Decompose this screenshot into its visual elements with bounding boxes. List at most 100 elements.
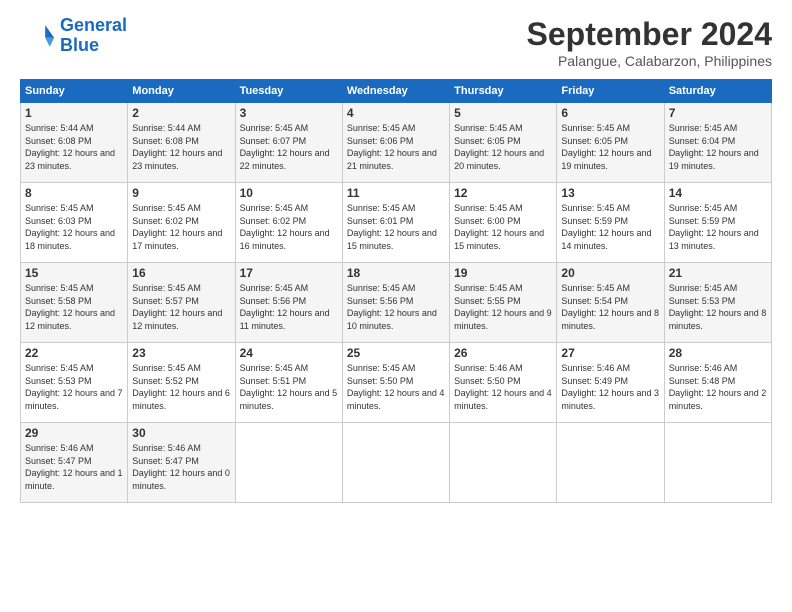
table-row: 9 Sunrise: 5:45 AM Sunset: 6:02 PM Dayli… xyxy=(128,183,235,263)
cell-content: Sunrise: 5:45 AM Sunset: 5:57 PM Dayligh… xyxy=(132,282,230,332)
sunset-label: Sunset: 5:55 PM xyxy=(454,296,521,306)
table-row: 17 Sunrise: 5:45 AM Sunset: 5:56 PM Dayl… xyxy=(235,263,342,343)
table-row: 15 Sunrise: 5:45 AM Sunset: 5:58 PM Dayl… xyxy=(21,263,128,343)
sunset-label: Sunset: 6:05 PM xyxy=(561,136,628,146)
sunrise-label: Sunrise: 5:45 AM xyxy=(454,203,523,213)
daylight-label: Daylight: 12 hours and 9 minutes. xyxy=(454,308,552,331)
sunset-label: Sunset: 6:04 PM xyxy=(669,136,736,146)
cell-content: Sunrise: 5:45 AM Sunset: 5:58 PM Dayligh… xyxy=(25,282,123,332)
sunset-label: Sunset: 5:49 PM xyxy=(561,376,628,386)
day-number: 24 xyxy=(240,346,338,360)
sunrise-label: Sunrise: 5:46 AM xyxy=(454,363,523,373)
cell-content: Sunrise: 5:45 AM Sunset: 5:56 PM Dayligh… xyxy=(240,282,338,332)
day-number: 2 xyxy=(132,106,230,120)
sunset-label: Sunset: 5:59 PM xyxy=(669,216,736,226)
cell-content: Sunrise: 5:45 AM Sunset: 6:02 PM Dayligh… xyxy=(240,202,338,252)
sunrise-label: Sunrise: 5:44 AM xyxy=(132,123,201,133)
daylight-label: Daylight: 12 hours and 6 minutes. xyxy=(132,388,230,411)
cell-content: Sunrise: 5:45 AM Sunset: 5:59 PM Dayligh… xyxy=(669,202,767,252)
table-row: 6 Sunrise: 5:45 AM Sunset: 6:05 PM Dayli… xyxy=(557,103,664,183)
table-row: 2 Sunrise: 5:44 AM Sunset: 6:08 PM Dayli… xyxy=(128,103,235,183)
header-wednesday: Wednesday xyxy=(342,80,449,103)
day-number: 19 xyxy=(454,266,552,280)
daylight-label: Daylight: 12 hours and 13 minutes. xyxy=(669,228,759,251)
daylight-label: Daylight: 12 hours and 8 minutes. xyxy=(561,308,659,331)
daylight-label: Daylight: 12 hours and 19 minutes. xyxy=(561,148,651,171)
sunrise-label: Sunrise: 5:45 AM xyxy=(25,283,94,293)
cell-content: Sunrise: 5:45 AM Sunset: 6:00 PM Dayligh… xyxy=(454,202,552,252)
table-row: 22 Sunrise: 5:45 AM Sunset: 5:53 PM Dayl… xyxy=(21,343,128,423)
day-number: 30 xyxy=(132,426,230,440)
sunset-label: Sunset: 5:47 PM xyxy=(25,456,92,466)
sunset-label: Sunset: 6:05 PM xyxy=(454,136,521,146)
table-row: 23 Sunrise: 5:45 AM Sunset: 5:52 PM Dayl… xyxy=(128,343,235,423)
table-row: 13 Sunrise: 5:45 AM Sunset: 5:59 PM Dayl… xyxy=(557,183,664,263)
day-number: 16 xyxy=(132,266,230,280)
day-number: 4 xyxy=(347,106,445,120)
daylight-label: Daylight: 12 hours and 23 minutes. xyxy=(25,148,115,171)
daylight-label: Daylight: 12 hours and 16 minutes. xyxy=(240,228,330,251)
table-row: 16 Sunrise: 5:45 AM Sunset: 5:57 PM Dayl… xyxy=(128,263,235,343)
table-row: 5 Sunrise: 5:45 AM Sunset: 6:05 PM Dayli… xyxy=(450,103,557,183)
sunrise-label: Sunrise: 5:45 AM xyxy=(347,123,416,133)
cell-content: Sunrise: 5:45 AM Sunset: 6:02 PM Dayligh… xyxy=(132,202,230,252)
sunset-label: Sunset: 5:52 PM xyxy=(132,376,199,386)
sunset-label: Sunset: 5:53 PM xyxy=(25,376,92,386)
cell-content: Sunrise: 5:46 AM Sunset: 5:47 PM Dayligh… xyxy=(132,442,230,492)
cell-content: Sunrise: 5:45 AM Sunset: 6:05 PM Dayligh… xyxy=(454,122,552,172)
sunrise-label: Sunrise: 5:45 AM xyxy=(347,203,416,213)
daylight-label: Daylight: 12 hours and 1 minute. xyxy=(25,468,123,491)
daylight-label: Daylight: 12 hours and 12 minutes. xyxy=(25,308,115,331)
sunrise-label: Sunrise: 5:45 AM xyxy=(454,283,523,293)
daylight-label: Daylight: 12 hours and 22 minutes. xyxy=(240,148,330,171)
sunset-label: Sunset: 6:06 PM xyxy=(347,136,414,146)
sunset-label: Sunset: 5:56 PM xyxy=(347,296,414,306)
sunset-label: Sunset: 5:58 PM xyxy=(25,296,92,306)
daylight-label: Daylight: 12 hours and 8 minutes. xyxy=(669,308,767,331)
header-tuesday: Tuesday xyxy=(235,80,342,103)
daylight-label: Daylight: 12 hours and 11 minutes. xyxy=(240,308,330,331)
sunset-label: Sunset: 6:02 PM xyxy=(132,216,199,226)
sunset-label: Sunset: 5:48 PM xyxy=(669,376,736,386)
table-row: 3 Sunrise: 5:45 AM Sunset: 6:07 PM Dayli… xyxy=(235,103,342,183)
daylight-label: Daylight: 12 hours and 4 minutes. xyxy=(347,388,445,411)
day-number: 15 xyxy=(25,266,123,280)
sunset-label: Sunset: 6:02 PM xyxy=(240,216,307,226)
sunrise-label: Sunrise: 5:45 AM xyxy=(454,123,523,133)
day-number: 8 xyxy=(25,186,123,200)
location-title: Palangue, Calabarzon, Philippines xyxy=(527,53,772,69)
daylight-label: Daylight: 12 hours and 15 minutes. xyxy=(347,228,437,251)
table-row: 27 Sunrise: 5:46 AM Sunset: 5:49 PM Dayl… xyxy=(557,343,664,423)
logo-icon xyxy=(20,18,56,54)
daylight-label: Daylight: 12 hours and 21 minutes. xyxy=(347,148,437,171)
month-title: September 2024 xyxy=(527,16,772,53)
table-row: 30 Sunrise: 5:46 AM Sunset: 5:47 PM Dayl… xyxy=(128,423,235,503)
daylight-label: Daylight: 12 hours and 19 minutes. xyxy=(669,148,759,171)
daylight-label: Daylight: 12 hours and 20 minutes. xyxy=(454,148,544,171)
logo-text-line2: Blue xyxy=(60,36,127,56)
sunset-label: Sunset: 5:47 PM xyxy=(132,456,199,466)
cell-content: Sunrise: 5:45 AM Sunset: 5:55 PM Dayligh… xyxy=(454,282,552,332)
cell-content: Sunrise: 5:44 AM Sunset: 6:08 PM Dayligh… xyxy=(25,122,123,172)
sunset-label: Sunset: 6:08 PM xyxy=(25,136,92,146)
day-number: 5 xyxy=(454,106,552,120)
day-number: 26 xyxy=(454,346,552,360)
daylight-label: Daylight: 12 hours and 4 minutes. xyxy=(454,388,552,411)
header-thursday: Thursday xyxy=(450,80,557,103)
sunrise-label: Sunrise: 5:45 AM xyxy=(240,123,309,133)
day-number: 27 xyxy=(561,346,659,360)
sunrise-label: Sunrise: 5:45 AM xyxy=(132,283,201,293)
cell-content: Sunrise: 5:45 AM Sunset: 5:51 PM Dayligh… xyxy=(240,362,338,412)
sunrise-label: Sunrise: 5:45 AM xyxy=(669,203,738,213)
day-number: 3 xyxy=(240,106,338,120)
daylight-label: Daylight: 12 hours and 2 minutes. xyxy=(669,388,767,411)
day-number: 6 xyxy=(561,106,659,120)
table-row: 25 Sunrise: 5:45 AM Sunset: 5:50 PM Dayl… xyxy=(342,343,449,423)
header: General Blue September 2024 Palangue, Ca… xyxy=(20,16,772,69)
table-row: 10 Sunrise: 5:45 AM Sunset: 6:02 PM Dayl… xyxy=(235,183,342,263)
logo: General Blue xyxy=(20,16,127,56)
calendar-header: Sunday Monday Tuesday Wednesday Thursday… xyxy=(21,80,772,103)
sunset-label: Sunset: 6:03 PM xyxy=(25,216,92,226)
day-number: 13 xyxy=(561,186,659,200)
sunset-label: Sunset: 6:08 PM xyxy=(132,136,199,146)
